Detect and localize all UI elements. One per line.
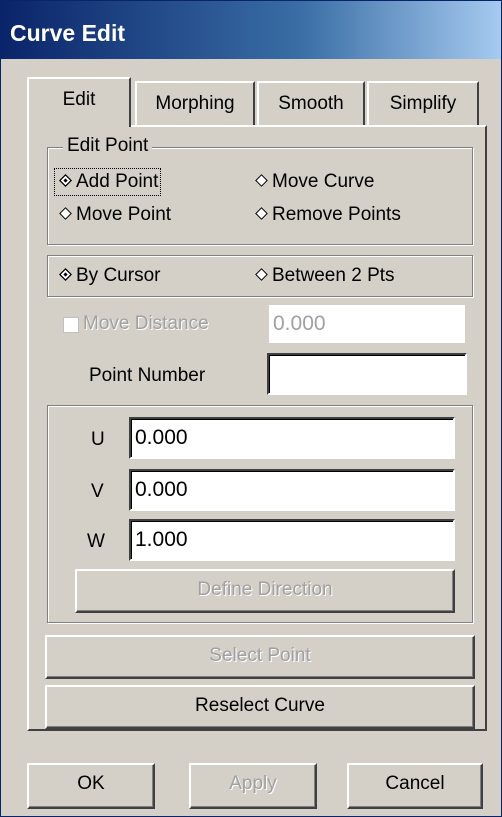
radio-between-2-pts-label: Between 2 Pts (272, 265, 395, 286)
apply-button[interactable]: Apply (189, 763, 317, 809)
radio-selected-icon (59, 268, 72, 282)
v-label: V (91, 481, 104, 502)
radio-by-cursor-label: By Cursor (76, 265, 161, 286)
tab-simplify[interactable]: Simplify (367, 81, 479, 125)
radio-add-point[interactable]: Add Point (53, 168, 162, 196)
tab-morphing-label: Morphing (155, 93, 235, 114)
reselect-curve-button[interactable]: Reselect Curve (45, 685, 475, 729)
window-title: Curve Edit (10, 20, 126, 46)
title-bar[interactable]: Curve Edit (1, 1, 501, 59)
u-input[interactable]: 0.000 (129, 417, 455, 459)
select-point-button[interactable]: Select Point (45, 635, 475, 679)
tab-smooth-label: Smooth (278, 93, 344, 114)
tab-smooth[interactable]: Smooth (257, 81, 365, 125)
radio-move-point-label: Move Point (76, 204, 172, 225)
define-direction-button[interactable]: Define Direction (75, 569, 455, 613)
tab-edit-label: Edit (62, 89, 96, 110)
move-distance-checkbox[interactable] (63, 317, 79, 333)
radio-unselected-icon (59, 207, 72, 221)
radio-remove-points-label: Remove Points (272, 204, 401, 225)
edit-point-group (47, 147, 473, 245)
radio-add-point-label: Add Point (76, 171, 159, 192)
radio-move-curve[interactable]: Move Curve (253, 171, 374, 193)
radio-unselected-icon (255, 268, 268, 282)
radio-unselected-icon (255, 174, 268, 188)
radio-remove-points[interactable]: Remove Points (253, 204, 401, 226)
w-input[interactable]: 1.000 (129, 519, 455, 561)
tab-edit[interactable]: Edit (27, 77, 131, 127)
radio-move-curve-label: Move Curve (272, 171, 375, 192)
v-input[interactable]: 0.000 (129, 469, 455, 511)
radio-move-point[interactable]: Move Point (57, 204, 171, 226)
curve-edit-dialog: Curve Edit Edit Morphing Smooth Simplify… (0, 0, 502, 817)
radio-unselected-icon (255, 207, 268, 221)
ok-button[interactable]: OK (27, 763, 155, 809)
point-number-input[interactable] (267, 353, 467, 395)
tab-simplify-label: Simplify (389, 93, 457, 114)
w-label: W (87, 531, 105, 552)
radio-selected-icon (59, 174, 72, 188)
move-distance-field[interactable]: 0.000 (267, 303, 467, 345)
tab-morphing[interactable]: Morphing (135, 81, 255, 125)
radio-by-cursor[interactable]: By Cursor (57, 265, 160, 287)
cancel-button[interactable]: Cancel (347, 763, 483, 809)
point-number-label: Point Number (89, 365, 206, 386)
move-distance-label: Move Distance (83, 313, 209, 334)
edit-point-legend: Edit Point (63, 135, 153, 157)
radio-between-2-pts[interactable]: Between 2 Pts (253, 265, 395, 287)
u-label: U (91, 429, 105, 450)
